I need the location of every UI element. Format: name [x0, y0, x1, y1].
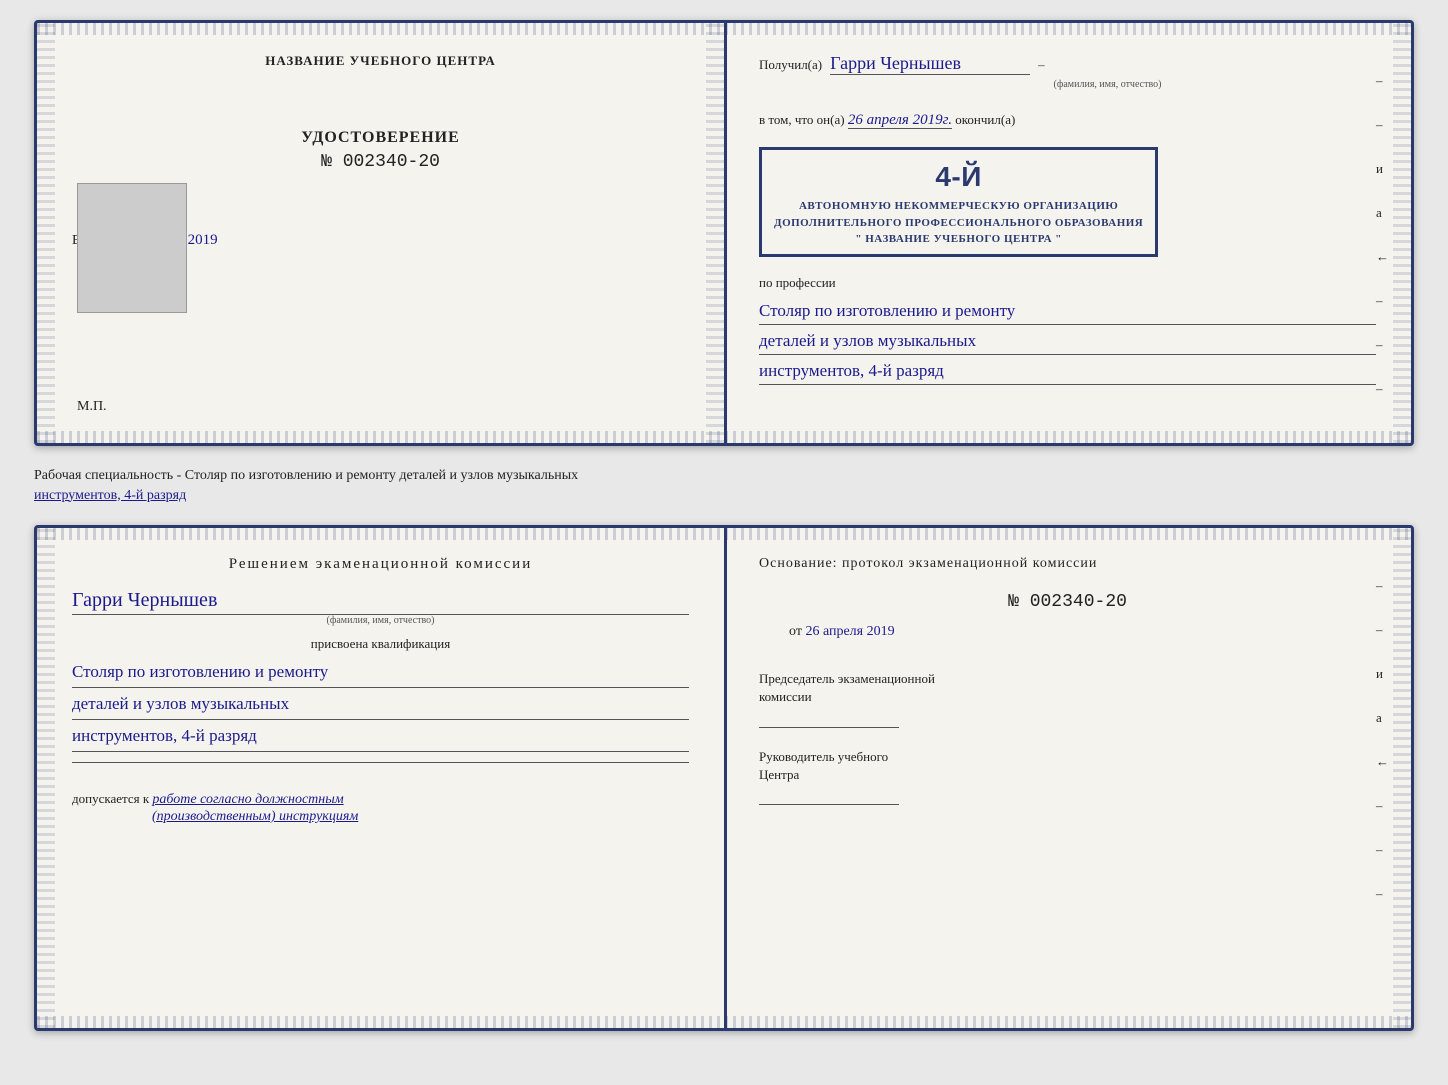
rank-label: 4-й: [774, 156, 1143, 198]
stamp-line2: АВТОНОМНУЮ НЕКОММЕРЧЕСКУЮ ОРГАНИЗАЦИЮ: [774, 198, 1143, 215]
caption-normal: Рабочая специальность - Столяр по изгото…: [34, 468, 578, 483]
name-block: Гарри Чернышев (фамилия, имя, отчество): [72, 589, 689, 626]
chairman-sig-line: [759, 727, 899, 728]
profession-line2: деталей и узлов музыкальных: [759, 327, 1376, 355]
prisvoena-label: присвоена квалификация: [72, 636, 689, 652]
stamp-line3: ДОПОЛНИТЕЛЬНОГО ПРОФЕССИОНАЛЬНОГО ОБРАЗО…: [774, 215, 1143, 232]
chairman-label: Председатель экзаменационной комиссии: [759, 670, 1376, 706]
stamp: 4-й АВТОНОМНУЮ НЕКОММЕРЧЕСКУЮ ОРГАНИЗАЦИ…: [759, 147, 1158, 257]
mp-label: М.П.: [77, 399, 107, 415]
bottom-left-page: Решением экаменационной комиссии Гарри Ч…: [37, 528, 724, 1028]
rukovoditel-label: Руководитель учебного Центра: [759, 748, 1376, 784]
fio-hint-bottom: (фамилия, имя, отчество): [72, 615, 689, 626]
ot-date: 26 апреля 2019: [805, 624, 894, 639]
rukovoditel-block: Руководитель учебного Центра: [759, 748, 1376, 805]
osnovaniye-label: Основание: протокол экзаменационной коми…: [759, 556, 1376, 572]
qualification-block: Столяр по изготовлению и ремонту деталей…: [72, 658, 689, 752]
stamp-block: 4-й АВТОНОМНУЮ НЕКОММЕРЧЕСКУЮ ОРГАНИЗАЦИ…: [759, 139, 1376, 265]
caption-bar: Рабочая специальность - Столяр по изгото…: [34, 462, 1414, 509]
commission-title: Решением экаменационной комиссии: [72, 556, 689, 573]
stamp-line4: " НАЗВАНИЕ УЧЕБНОГО ЦЕНТРА ": [774, 231, 1143, 248]
ot-line: от 26 апреля 2019: [759, 624, 1376, 640]
v-tom-block: в том, что он(а) 26 апреля 2019г. окончи…: [759, 112, 1376, 129]
bottom-right-side-marks: – – и а ← – – –: [1376, 578, 1389, 902]
center-label: НАЗВАНИЕ УЧЕБНОГО ЦЕНТРА: [72, 53, 689, 69]
chairman-block: Председатель экзаменационной комиссии: [759, 670, 1376, 727]
top-document: НАЗВАНИЕ УЧЕБНОГО ЦЕНТРА УДОСТОВЕРЕНИЕ №…: [34, 20, 1414, 446]
udostoverenie-number: № 002340-20: [72, 152, 689, 172]
udostoverenie-title: УДОСТОВЕРЕНИЕ: [72, 129, 689, 147]
qual-line2: деталей и узлов музыкальных: [72, 690, 689, 720]
profession-line1: Столяр по изготовлению и ремонту: [759, 297, 1376, 325]
dopuskaetsya-label: допускается к: [72, 791, 149, 806]
dopuskaetsya-block: допускается к работе согласно должностны…: [72, 791, 689, 825]
recipient-name: Гарри Чернышев: [830, 53, 1030, 75]
bottom-name: Гарри Чернышев: [72, 589, 689, 615]
qual-line1: Столяр по изготовлению и ремонту: [72, 658, 689, 688]
protocol-number: № 002340-20: [759, 592, 1376, 612]
qual-line3: инструментов, 4-й разряд: [72, 722, 689, 752]
top-right-page: Получил(а) Гарри Чернышев – (фамилия, им…: [724, 23, 1411, 443]
udostoverenie-block: УДОСТОВЕРЕНИЕ № 002340-20: [72, 129, 689, 172]
recipient-row: Получил(а) Гарри Чернышев –: [759, 53, 1376, 77]
date-value: 26 апреля 2019г.: [848, 112, 952, 129]
profession-line3: инструментов, 4-й разряд: [759, 357, 1376, 385]
fio-hint-top: (фамилия, имя, отчество): [839, 79, 1376, 90]
dopuskaetsya-value: работе согласно должностным: [152, 792, 343, 807]
top-left-page: НАЗВАНИЕ УЧЕБНОГО ЦЕНТРА УДОСТОВЕРЕНИЕ №…: [37, 23, 724, 443]
caption-underlined: инструментов, 4-й разряд: [34, 488, 186, 503]
photo-placeholder: [77, 183, 187, 313]
rukovoditel-sig-line: [759, 804, 899, 805]
po-professii-label: по профессии: [759, 275, 1376, 291]
bottom-document: Решением экаменационной комиссии Гарри Ч…: [34, 525, 1414, 1031]
bottom-right-page: Основание: протокол экзаменационной коми…: [724, 528, 1411, 1028]
dopuskaetsya-value2: (производственным) инструкциям: [152, 809, 358, 824]
profession-block: Столяр по изготовлению и ремонту деталей…: [759, 297, 1376, 386]
right-side-marks: – – и а ← – – –: [1376, 73, 1389, 397]
